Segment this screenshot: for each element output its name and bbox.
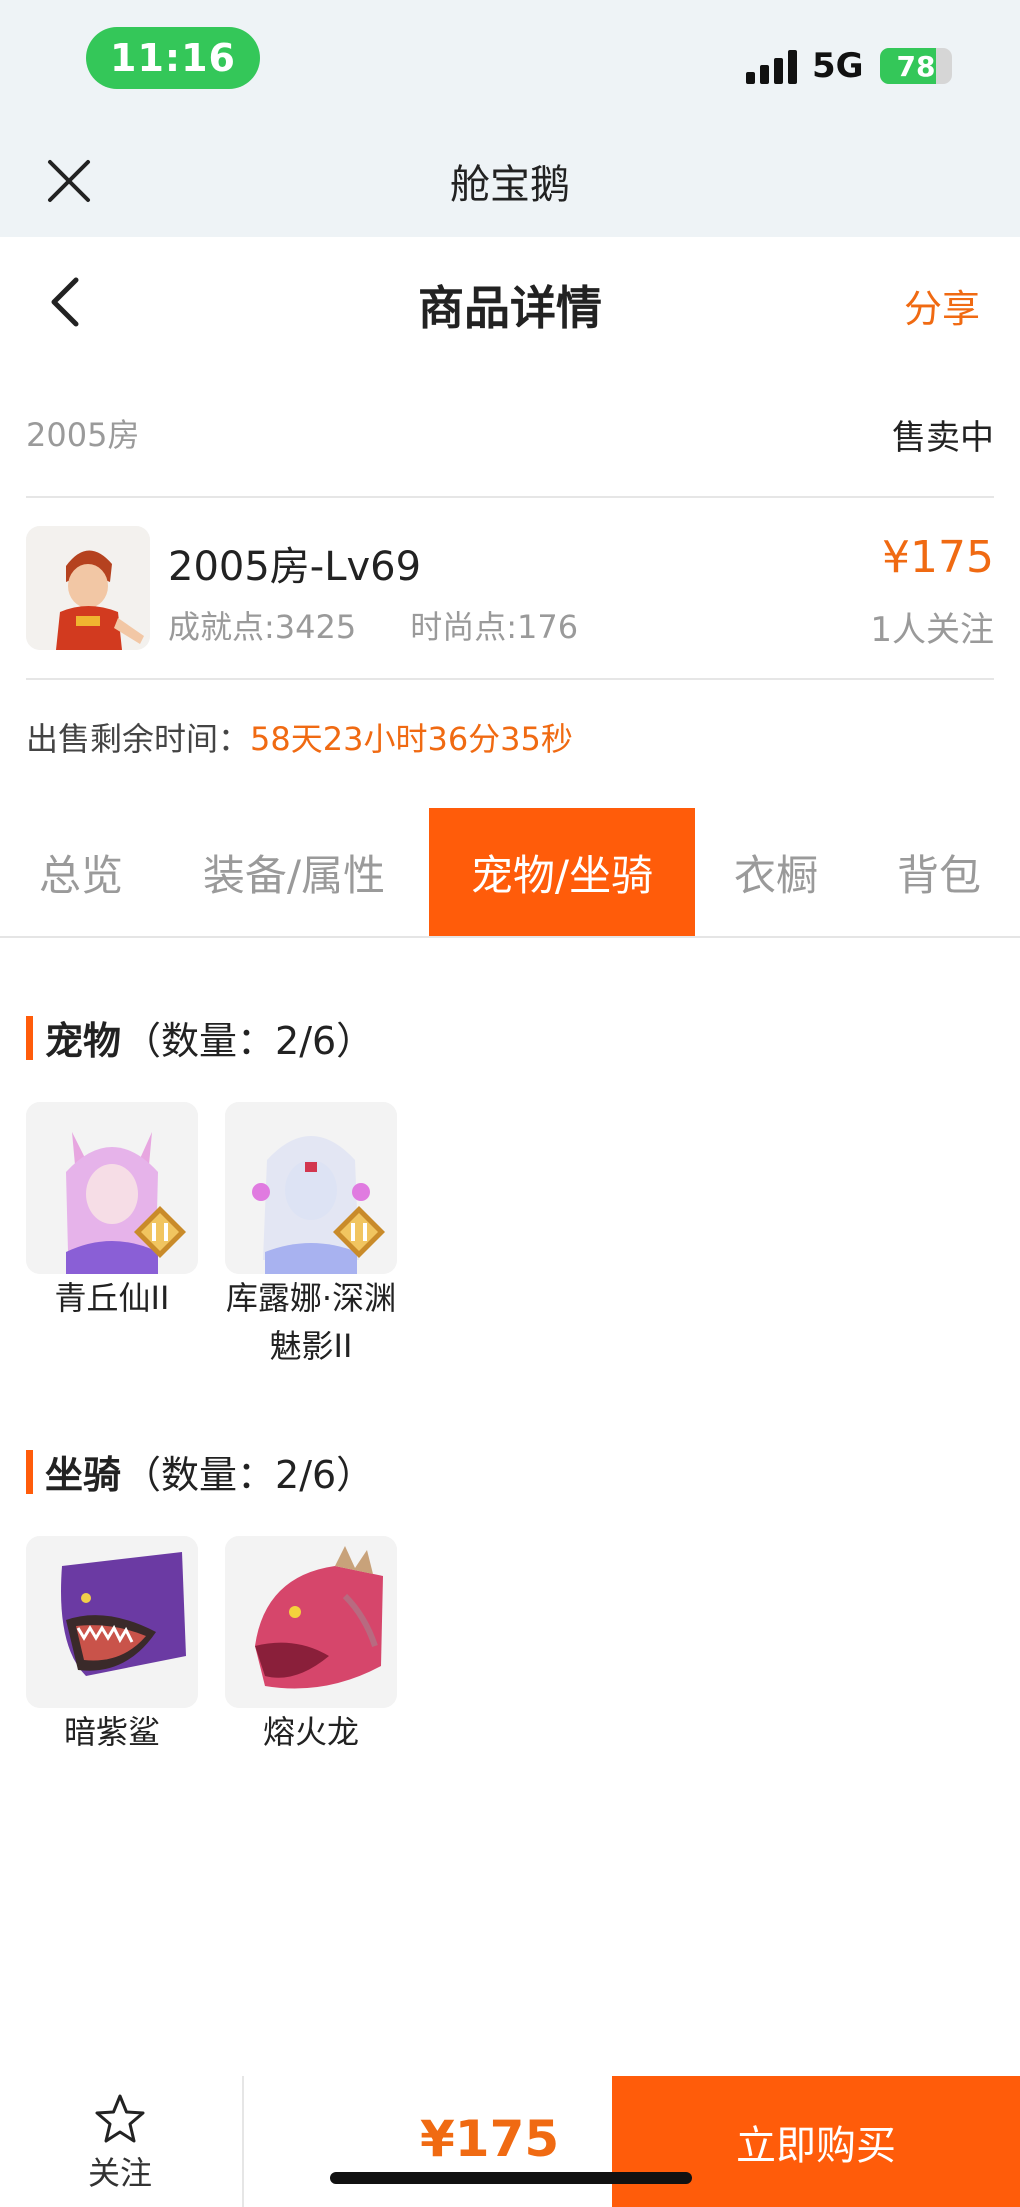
fashion-points: 时尚点:176 <box>410 608 579 646</box>
vertical-divider <box>242 2076 244 2207</box>
follow-label: 关注 <box>87 2154 152 2192</box>
divider <box>26 496 994 498</box>
achievement-points: 成就点:3425 <box>168 608 357 646</box>
product-name: 2005房-Lv69 <box>168 544 422 590</box>
mount-name: 暗紫鲨 <box>63 1713 160 1751</box>
pet-kuluna-icon[interactable] <box>225 1102 397 1274</box>
page-title: 商品详情 <box>418 281 602 335</box>
tab-bar: 总览 装备/属性 宠物/坐骑 衣橱 背包 <box>0 808 1020 938</box>
section-count: （数量：2/6） <box>123 1453 375 1497</box>
product-price: ¥175 <box>882 532 994 583</box>
countdown-value: 58天23小时36分35秒 <box>250 720 573 758</box>
remaining-time-label: 出售剩余时间： <box>26 720 251 758</box>
section-accent-bar <box>26 1449 33 1494</box>
mount-fire-dragon-icon[interactable] <box>225 1536 397 1708</box>
home-indicator <box>330 2172 692 2184</box>
pet-fox-fairy-icon[interactable] <box>26 1102 198 1274</box>
followers-count: 1人关注 <box>870 610 994 650</box>
character-avatar <box>26 526 150 650</box>
tier-badge-icon <box>333 1206 385 1258</box>
mini-program-title: 舱宝鹅 <box>450 162 570 208</box>
tab-overview[interactable]: 总览 <box>0 808 162 936</box>
section-title: 宠物 <box>45 1019 122 1063</box>
pet-name: 库露娜·深渊魅影II <box>225 1279 397 1365</box>
remaining-time: 出售剩余时间：58天23小时36分35秒 <box>26 714 573 760</box>
battery-percent: 78 <box>896 49 936 83</box>
mounts-section-header: 坐骑 （数量：2/6） <box>26 1444 374 1499</box>
share-button[interactable]: 分享 <box>904 278 980 333</box>
tab-pets-mounts[interactable]: 宠物/坐骑 <box>429 808 695 936</box>
battery-icon: 78 <box>880 48 952 84</box>
status-time: 11:16 <box>86 27 260 89</box>
server-label: 2005房 <box>26 416 140 454</box>
tab-backpack[interactable]: 背包 <box>870 808 1008 936</box>
divider <box>26 678 994 680</box>
follow-button[interactable]: 关注 <box>60 2092 180 2194</box>
section-title: 坐骑 <box>45 1453 122 1497</box>
product-stats: 成就点:3425 时尚点:176 <box>168 602 632 648</box>
pets-section-header: 宠物 （数量：2/6） <box>26 1010 374 1065</box>
star-icon <box>95 2094 145 2143</box>
signal-icon <box>746 50 798 84</box>
mount-purple-shark-icon[interactable] <box>26 1536 198 1708</box>
bottom-price: ¥175 <box>420 2110 560 2168</box>
section-count: （数量：2/6） <box>123 1019 375 1063</box>
status-badge: 售卖中 <box>892 418 994 458</box>
network-label: 5G <box>812 46 864 86</box>
tier-badge-icon <box>134 1206 186 1258</box>
tab-equipment[interactable]: 装备/属性 <box>180 808 408 936</box>
section-accent-bar <box>26 1015 33 1060</box>
tab-wardrobe[interactable]: 衣橱 <box>712 808 840 936</box>
pet-name: 青丘仙II <box>54 1279 170 1317</box>
buy-now-button[interactable]: 立即购买 <box>612 2076 1020 2207</box>
mount-name: 熔火龙 <box>262 1713 359 1751</box>
